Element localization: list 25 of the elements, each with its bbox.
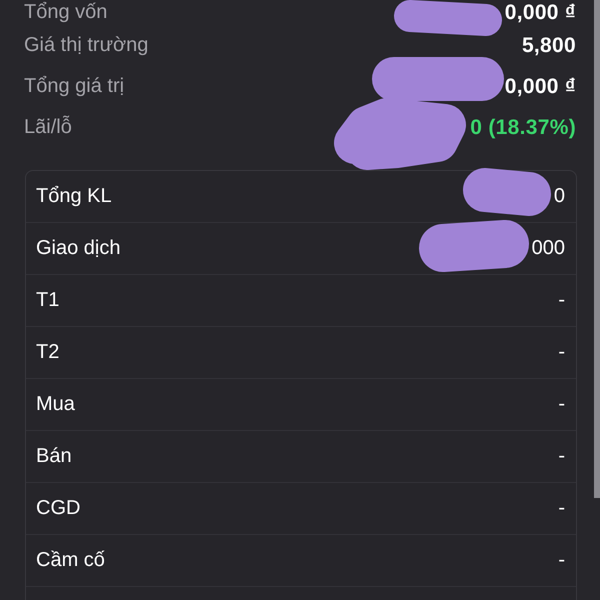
row-value: - [558, 445, 565, 468]
field-value: 0,000 ₫ [504, 74, 576, 98]
row-value: - [558, 393, 565, 416]
scrollbar-thumb[interactable] [594, 0, 600, 498]
field-value: 0 (18.37%) [470, 116, 576, 140]
row-label: Tổng KL [36, 185, 112, 208]
row-label: CGD [36, 497, 80, 520]
field-label: Tổng vốn [24, 1, 108, 24]
row-label: T1 [36, 289, 60, 312]
field-label: Lãi/lỗ [24, 116, 72, 139]
row-value: - [558, 549, 565, 572]
field-value: 5,800 [522, 34, 576, 58]
row-value: - [558, 289, 565, 312]
row-value: 000 [532, 237, 565, 260]
row-label: T2 [36, 341, 60, 364]
row-label: Bán [36, 445, 72, 468]
row-label: Mua [36, 393, 75, 416]
field-label: Tổng giá trị [24, 75, 124, 98]
field-value: 0,000 ₫ [504, 0, 576, 24]
row-label: Cầm cố [36, 549, 105, 572]
row-label: Giao dịch [36, 237, 120, 260]
row-value: 0 [554, 185, 565, 208]
field-label: Giá thị trường [24, 34, 148, 57]
row-value: - [558, 341, 565, 364]
row-value: - [558, 497, 565, 520]
